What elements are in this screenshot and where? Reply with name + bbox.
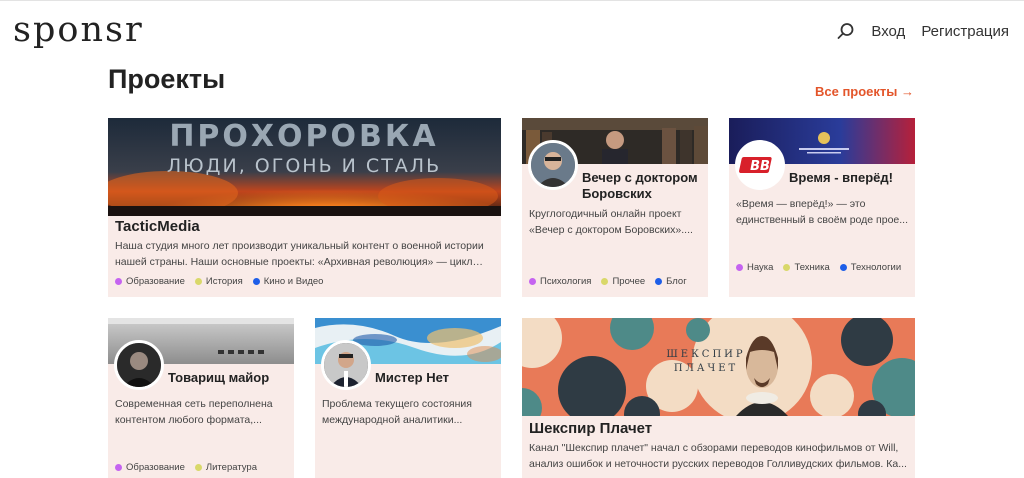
project-avatar — [528, 140, 578, 190]
tag-label: Наука — [747, 262, 774, 273]
project-tags: Образование История Кино и Видео — [115, 276, 323, 287]
project-name: TacticMedia — [115, 218, 200, 235]
header-nav: Вход Регистрация — [837, 22, 1009, 40]
tag-education[interactable]: Образование — [115, 462, 185, 473]
tag-label: Техника — [794, 262, 830, 273]
project-card-vremya-vpered[interactable]: BB Время - вперёд! «Время — вперёд!» — э… — [729, 118, 915, 297]
login-link[interactable]: Вход — [871, 23, 905, 40]
project-description: Канал "Шекспир плачет" начал с обзорами … — [529, 442, 907, 470]
tag-label: Психология — [540, 276, 592, 287]
tag-dot — [601, 278, 609, 285]
project-card-borovskikh[interactable]: Вечер с доктором Боровских Круглогодичны… — [522, 118, 708, 297]
project-card-tovarishch-mayor[interactable]: Товарищ майор Современная сеть переполне… — [108, 318, 294, 478]
tag-psychology[interactable]: Психология — [529, 276, 591, 287]
tag-science[interactable]: Наука — [736, 262, 773, 273]
project-description: Современная сеть переполнена контентом л… — [115, 398, 273, 426]
avatar-logo-text: BB — [750, 159, 770, 174]
tag-dot — [115, 278, 122, 285]
tag-label: Блог — [666, 276, 687, 287]
project-description: Круглогодичный онлайн проект «Вечер с до… — [529, 208, 693, 236]
tag-history[interactable]: История — [194, 276, 243, 287]
sponsr-logo[interactable]: sponsr — [13, 9, 144, 51]
tag-other[interactable]: Прочее — [601, 276, 645, 287]
tag-dot — [252, 278, 260, 285]
project-name: Время - вперёд! — [789, 170, 893, 185]
project-tags: Наука Техника Технологии — [736, 262, 910, 273]
tag-technics[interactable]: Техника — [783, 262, 830, 273]
tag-dot — [736, 264, 743, 271]
project-description: «Время — вперёд!» — это единственный в с… — [736, 198, 908, 226]
cover-subtitle: ПЛАЧЕТ — [674, 363, 738, 374]
tag-label: Образование — [126, 276, 185, 287]
search-icon[interactable] — [837, 22, 855, 40]
tag-label: Прочее — [612, 276, 646, 287]
tag-dot — [115, 464, 122, 471]
cover-title: ШЕКСПИР — [666, 349, 745, 360]
tag-technology[interactable]: Технологии — [839, 262, 902, 273]
register-link[interactable]: Регистрация — [921, 23, 1009, 40]
project-card-shekspir-plachet[interactable]: ШЕКСПИР ПЛАЧЕТ Шекспир Плачет Канал "Шек… — [522, 318, 915, 478]
cover-subtitle: ЛЮДИ, ОГОНЬ И СТАЛЬ — [167, 155, 441, 177]
tag-dot — [194, 464, 202, 471]
project-avatar — [321, 340, 371, 390]
tag-label: История — [205, 276, 243, 287]
project-description: Проблема текущего состояния международно… — [322, 398, 472, 426]
top-border — [0, 0, 1024, 1]
project-avatar: BB — [735, 140, 785, 190]
project-card-mister-net[interactable]: Мистер Нет Проблема текущего состояния м… — [315, 318, 501, 478]
project-cover: ПРОХОРОВКА ЛЮДИ, ОГОНЬ И СТАЛЬ — [108, 118, 501, 216]
project-description: Наша студия много лет производит уникаль… — [115, 240, 484, 268]
tag-literature[interactable]: Литература — [194, 462, 257, 473]
project-cover: ШЕКСПИР ПЛАЧЕТ — [522, 318, 915, 416]
project-name: Шекспир Плачет — [529, 420, 653, 437]
tag-label: Образование — [126, 462, 185, 473]
tag-dot — [655, 278, 663, 285]
all-projects-link[interactable]: Все проекты → — [815, 84, 914, 99]
tag-video[interactable]: Кино и Видео — [252, 276, 324, 287]
tag-label: Кино и Видео — [263, 276, 324, 287]
tag-dot — [783, 264, 791, 271]
tag-education[interactable]: Образование — [115, 276, 185, 287]
project-tags: Психология Прочее Блог — [529, 276, 687, 287]
tag-label: Технологии — [850, 262, 902, 273]
cover-title: ПРОХОРОВКА — [169, 119, 438, 154]
project-name: Вечер с доктором Боровских — [582, 170, 698, 201]
tag-blog[interactable]: Блог — [655, 276, 687, 287]
tag-dot — [194, 278, 202, 285]
project-tags: Образование Литература — [115, 462, 257, 473]
page-title: Проекты — [108, 64, 226, 94]
tag-label: Литература — [205, 462, 257, 473]
project-name: Мистер Нет — [375, 370, 450, 385]
tag-dot — [839, 264, 847, 271]
project-card-tacticmedia[interactable]: ПРОХОРОВКА ЛЮДИ, ОГОНЬ И СТАЛЬ TacticMed… — [108, 118, 501, 297]
project-avatar — [114, 340, 164, 390]
project-name: Товарищ майор — [168, 370, 270, 385]
tag-dot — [529, 278, 536, 285]
